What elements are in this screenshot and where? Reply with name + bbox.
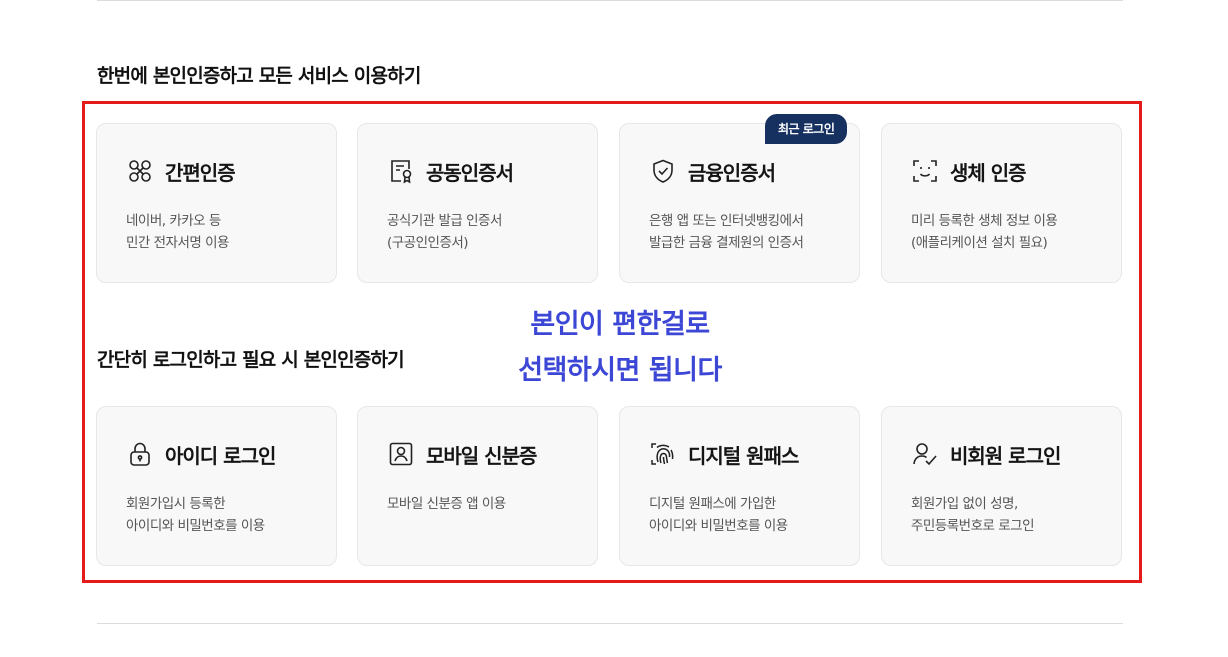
card-simple-auth[interactable]: 간편인증 네이버, 카카오 등 민간 전자서명 이용 — [96, 123, 337, 283]
face-scan-icon — [912, 158, 938, 184]
card-mobile-id[interactable]: 모바일 신분증 모바일 신분증 앱 이용 — [357, 406, 598, 566]
card-desc: 공식기관 발급 인증서 (구공인인증서) — [387, 213, 502, 251]
annotation-line2: 선택하시면 됩니다 — [518, 355, 722, 386]
card-id-login[interactable]: 아이디 로그인 회원가입시 등록한 아이디와 비밀번호를 이용 — [96, 406, 337, 566]
card-title: 간편인증 — [165, 161, 236, 185]
simple-auth-icon — [127, 158, 153, 184]
card-desc: 회원가입 없이 성명, 주민등록번호로 로그인 — [911, 496, 1035, 534]
card-desc: 모바일 신분증 앱 이용 — [387, 496, 506, 512]
certificate-icon — [388, 158, 414, 184]
annotation-line1: 본인이 편한걸로 — [530, 309, 710, 340]
section-title-login: 간단히 로그인하고 필요 시 본인인증하기 — [97, 349, 405, 371]
card-joint-certificate[interactable]: 공동인증서 공식기관 발급 인증서 (구공인인증서) — [357, 123, 598, 283]
bottom-divider — [97, 623, 1123, 624]
section-title-auth: 한번에 본인인증하고 모든 서비스 이용하기 — [97, 65, 421, 87]
card-title: 비회원 로그인 — [950, 444, 1061, 468]
card-desc: 미리 등록한 생체 정보 이용 (애플리케이션 설치 필요) — [911, 213, 1058, 251]
user-check-icon — [912, 441, 938, 467]
card-title: 아이디 로그인 — [165, 444, 276, 468]
id-card-icon — [388, 441, 414, 467]
card-digital-onepass[interactable]: 디지털 원패스 디지털 원패스에 가입한 아이디와 비밀번호를 이용 — [619, 406, 860, 566]
card-title: 모바일 신분증 — [426, 444, 537, 468]
card-desc: 네이버, 카카오 등 민간 전자서명 이용 — [126, 213, 229, 251]
card-desc: 디지털 원패스에 가입한 아이디와 비밀번호를 이용 — [649, 496, 788, 534]
card-desc: 회원가입시 등록한 아이디와 비밀번호를 이용 — [126, 496, 265, 534]
card-title: 금융인증서 — [688, 161, 776, 185]
card-biometric[interactable]: 생체 인증 미리 등록한 생체 정보 이용 (애플리케이션 설치 필요) — [881, 123, 1122, 283]
card-title: 공동인증서 — [426, 161, 514, 185]
card-title: 생체 인증 — [950, 161, 1027, 185]
card-guest-login[interactable]: 비회원 로그인 회원가입 없이 성명, 주민등록번호로 로그인 — [881, 406, 1122, 566]
top-divider — [97, 0, 1123, 1]
recent-login-badge: 최근 로그인 — [765, 114, 848, 144]
lock-icon — [127, 441, 153, 467]
card-title: 디지털 원패스 — [688, 444, 799, 468]
card-desc: 은행 앱 또는 인터넷뱅킹에서 발급한 금융 결제원의 인증서 — [649, 213, 804, 251]
shield-check-icon — [650, 158, 676, 184]
card-financial-certificate[interactable]: 금융인증서 은행 앱 또는 인터넷뱅킹에서 발급한 금융 결제원의 인증서 — [619, 123, 860, 283]
fingerprint-icon — [650, 441, 676, 467]
